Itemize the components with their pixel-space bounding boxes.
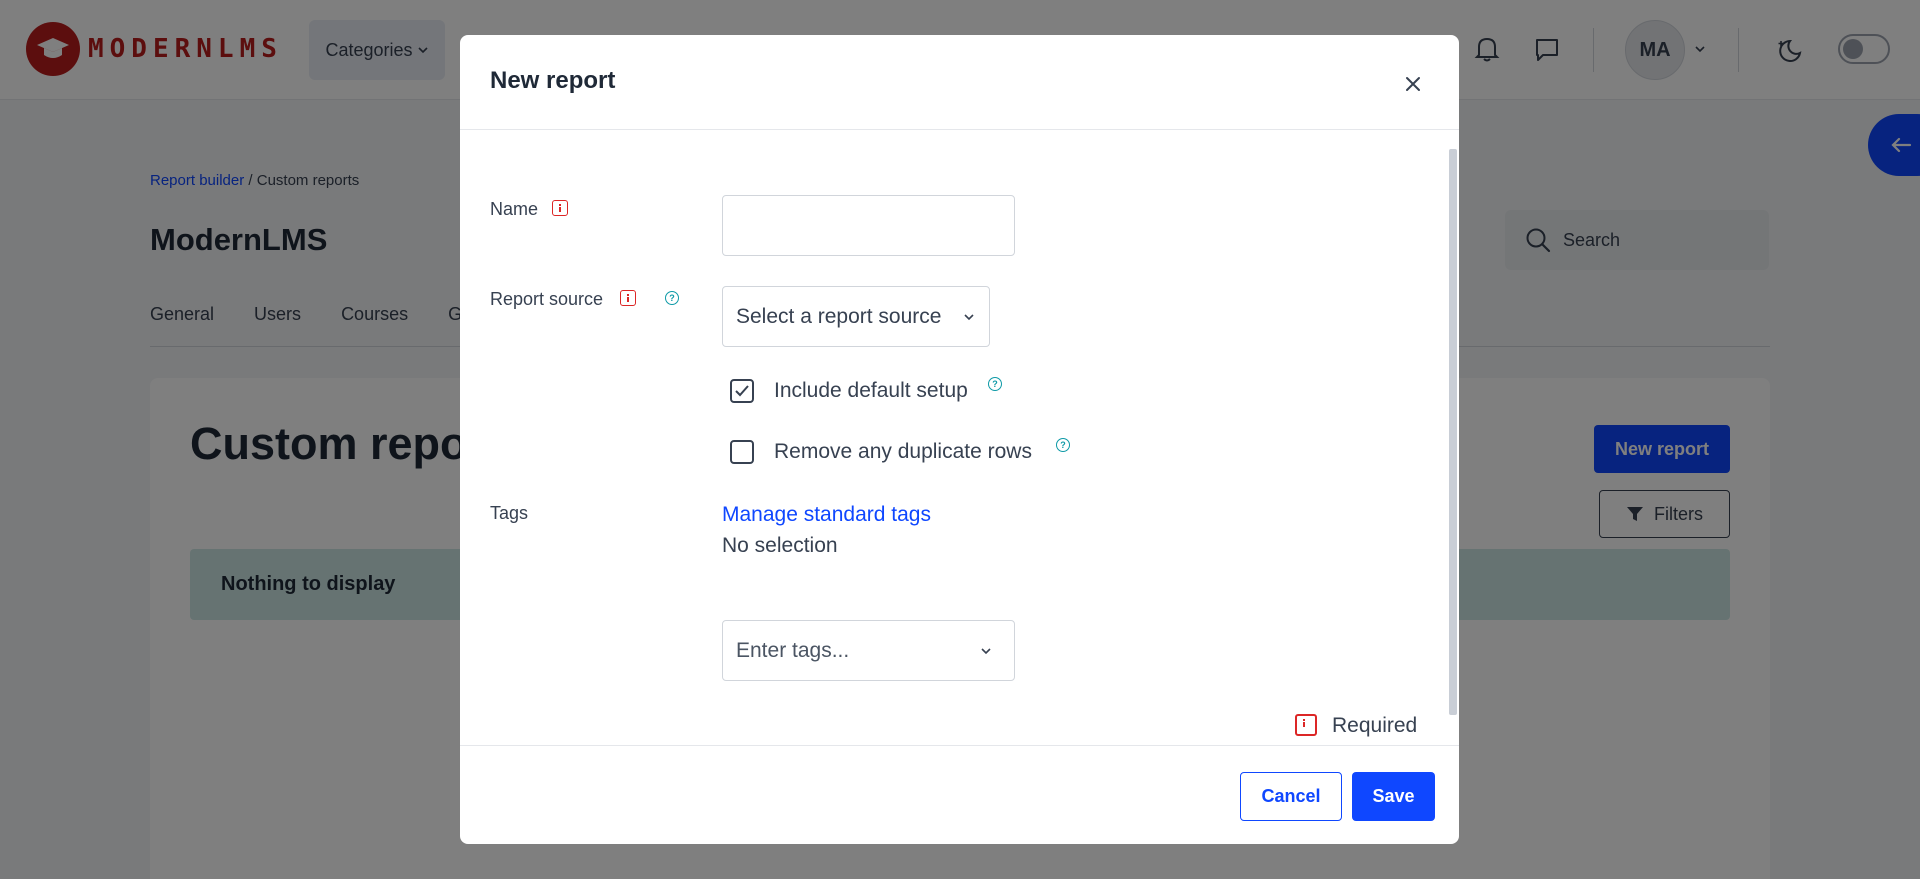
tags-selection: No selection <box>722 534 838 557</box>
help-icon[interactable]: ? <box>665 291 679 305</box>
chevron-down-icon <box>964 313 974 320</box>
required-icon <box>552 200 568 216</box>
manage-tags-link[interactable]: Manage standard tags <box>722 503 931 527</box>
include-default-label: Include default setup <box>774 379 968 402</box>
report-source-select[interactable]: Select a report source <box>722 286 990 347</box>
checkmark-icon <box>735 385 749 397</box>
modal-scrollbar[interactable] <box>1448 143 1458 741</box>
tags-label: Tags <box>490 503 529 523</box>
name-input[interactable] <box>722 195 1015 256</box>
scrollbar-thumb[interactable] <box>1449 149 1457 715</box>
required-legend: Required <box>1332 714 1418 737</box>
report-source-value: Select a report source <box>736 304 942 328</box>
remove-duplicates-label: Remove any duplicate rows <box>774 440 1032 463</box>
new-report-dialog: New report Name Report source ? Select a… <box>460 35 1459 844</box>
required-icon <box>620 290 636 306</box>
chevron-down-icon <box>981 647 991 654</box>
tags-placeholder: Enter tags... <box>736 638 850 662</box>
close-button[interactable] <box>1401 72 1425 96</box>
include-default-checkbox[interactable] <box>730 379 754 403</box>
modal-header: New report <box>460 35 1459 130</box>
tags-input[interactable]: Enter tags... <box>722 620 1015 681</box>
report-source-label: Report source <box>490 289 604 309</box>
modal-body: Name Report source ? Select a report sou… <box>460 131 1459 745</box>
remove-duplicates-checkbox[interactable] <box>730 440 754 464</box>
modal-footer: Cancel Save <box>460 745 1459 844</box>
help-icon[interactable]: ? <box>988 377 1002 391</box>
help-icon[interactable]: ? <box>1056 438 1070 452</box>
required-icon <box>1295 714 1317 736</box>
cancel-button[interactable]: Cancel <box>1240 772 1342 821</box>
save-button[interactable]: Save <box>1352 772 1435 821</box>
modal-title: New report <box>490 67 616 94</box>
name-label: Name <box>490 199 539 219</box>
close-icon <box>1406 77 1420 91</box>
